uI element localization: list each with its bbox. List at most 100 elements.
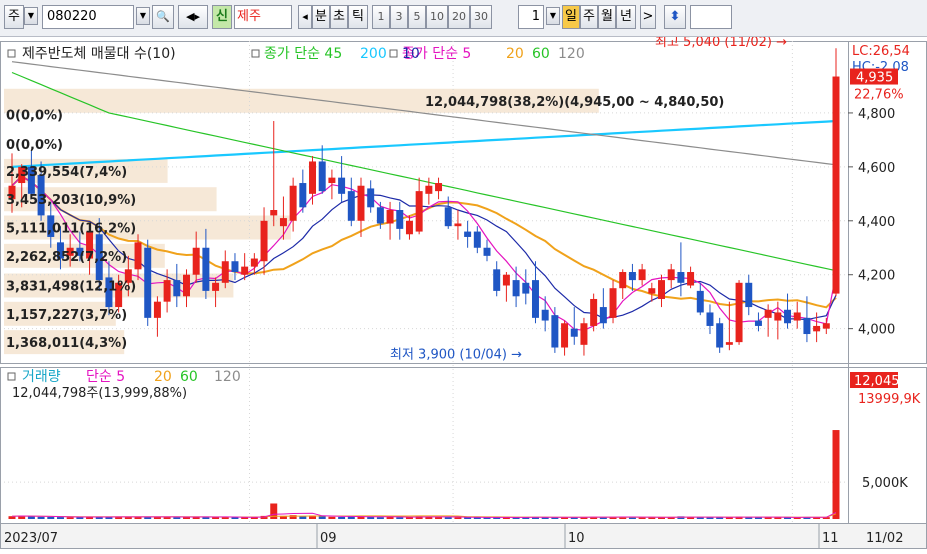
candle-body [590, 298, 598, 326]
second-button[interactable]: 초 [330, 5, 348, 29]
volume-legend-item: 20 [154, 369, 172, 385]
volume-bar [56, 517, 64, 519]
candle-body [183, 274, 190, 297]
volume-profile-label: 0(0,0%) [6, 138, 63, 153]
market-dropdown-arrow-icon[interactable]: ▼ [24, 7, 38, 25]
market-select[interactable]: 주 [4, 5, 24, 29]
volume-legend-title: 거래량 [22, 369, 61, 385]
candle-body [725, 342, 733, 345]
volume-bar [37, 516, 45, 519]
candle-body [289, 185, 297, 221]
interval-5-button[interactable]: 5 [408, 5, 426, 29]
new-badge[interactable]: 신 [212, 5, 232, 29]
candle-body [270, 210, 278, 216]
candle-body [212, 282, 220, 291]
volume-bar [396, 517, 404, 519]
volume-profile-label: 3,453,203(10,9%) [6, 193, 136, 208]
candle-body [173, 280, 181, 297]
prev-period-button[interactable]: ◂ [298, 5, 312, 29]
price-legend-item: 200 [360, 46, 387, 62]
month-button[interactable]: 월 [598, 5, 616, 29]
candle-body [425, 185, 433, 194]
candle-body [628, 272, 636, 281]
day-button[interactable]: 일 [562, 5, 580, 29]
candle-body [541, 309, 549, 321]
volume-bar [47, 516, 55, 519]
volume-bar [328, 516, 336, 519]
low-price-annotation: 최저 3,900 (10/04) → [390, 348, 522, 363]
volume-bar [173, 517, 181, 519]
volume-bar [66, 517, 74, 519]
volume-profile-label: 1,368,011(4,3%) [6, 336, 127, 351]
interval-30-button[interactable]: 30 [470, 5, 492, 29]
price-legend-title: 제주반도체 매물대 수(10) [22, 46, 176, 62]
legend-marker [7, 49, 16, 58]
interval-1-button[interactable]: 1 [372, 5, 390, 29]
candle-body [318, 161, 326, 192]
candle-body [696, 290, 704, 313]
candle-body [231, 261, 239, 273]
candle-body [803, 317, 811, 335]
interval-3-button[interactable]: 3 [390, 5, 408, 29]
count-input[interactable]: 1 [518, 5, 544, 29]
price-legend-item: 10 [402, 46, 420, 62]
volume-legend-item: 단순 5 [86, 369, 125, 385]
volume-profile-label: 5,111,011(16,2%) [6, 222, 136, 237]
price-tick-label: 4,000 [858, 323, 895, 338]
tick-button[interactable]: 틱 [348, 5, 368, 29]
speaker-icon[interactable]: ◀▸ [178, 5, 208, 29]
candle-body [454, 223, 462, 227]
next-period-button[interactable]: > [640, 5, 656, 29]
updown-arrow-icon[interactable]: ⬍ [664, 5, 686, 29]
magnifier-icon[interactable]: 🔍 [152, 5, 174, 29]
x-tick-label: 2023/07 [4, 531, 58, 546]
candle-body [522, 282, 530, 294]
candle-body [338, 177, 346, 194]
week-button[interactable]: 주 [580, 5, 598, 29]
candle-body [347, 191, 355, 221]
volume-bar [454, 517, 462, 519]
candle-body [619, 272, 627, 289]
candle-body [570, 328, 578, 337]
stock-name-field[interactable]: 제주 [234, 5, 292, 29]
price-legend-item: 종가 단순 45 [264, 46, 342, 62]
interval-10-button[interactable]: 10 [426, 5, 448, 29]
candle-body [677, 272, 685, 283]
volume-profile-label: 2,339,554(7,4%) [6, 165, 127, 180]
candle-body [415, 191, 423, 232]
stock-code-input[interactable]: 080220 [42, 5, 134, 29]
count-dropdown-arrow-icon[interactable]: ▼ [546, 7, 560, 25]
candle-body [144, 247, 152, 318]
candle-body [241, 266, 249, 275]
candle-body [648, 288, 656, 294]
candle-body [561, 323, 569, 348]
interval-20-button[interactable]: 20 [448, 5, 470, 29]
candle-body [376, 207, 384, 224]
candle-body [512, 280, 520, 297]
candle-body [328, 177, 336, 184]
candle-body [250, 258, 258, 267]
stock-chart-svg[interactable]: 4,800 4,600 4,400 4,200 4,000 12,044,798(38,2… [0, 35, 927, 551]
volume-legend-item: 120 [214, 369, 241, 385]
candle-body [309, 161, 317, 194]
legend-marker [7, 372, 16, 381]
volume-bar [338, 516, 346, 519]
candle-body [745, 282, 753, 308]
volume-bar [832, 430, 840, 519]
volume-bar [318, 516, 326, 519]
volume-bar [444, 517, 452, 519]
extra-input[interactable] [690, 5, 732, 29]
current-price-label: 4,935 [856, 71, 893, 86]
year-button[interactable]: 년 [616, 5, 636, 29]
code-dropdown-arrow-icon[interactable]: ▼ [136, 7, 150, 25]
chart-area[interactable]: 4,800 4,600 4,400 4,200 4,000 12,044,798(38,2… [0, 35, 927, 551]
candle-body [531, 280, 539, 318]
volume-bar [299, 516, 307, 519]
x-tick-label: 11/02 [866, 531, 903, 546]
current-volume-label: 12,045 [854, 374, 900, 389]
candle-body [405, 220, 413, 235]
candle-body [822, 323, 830, 329]
candle-body [221, 261, 229, 283]
minute-button[interactable]: 분 [312, 5, 330, 29]
candle-body [473, 231, 481, 248]
